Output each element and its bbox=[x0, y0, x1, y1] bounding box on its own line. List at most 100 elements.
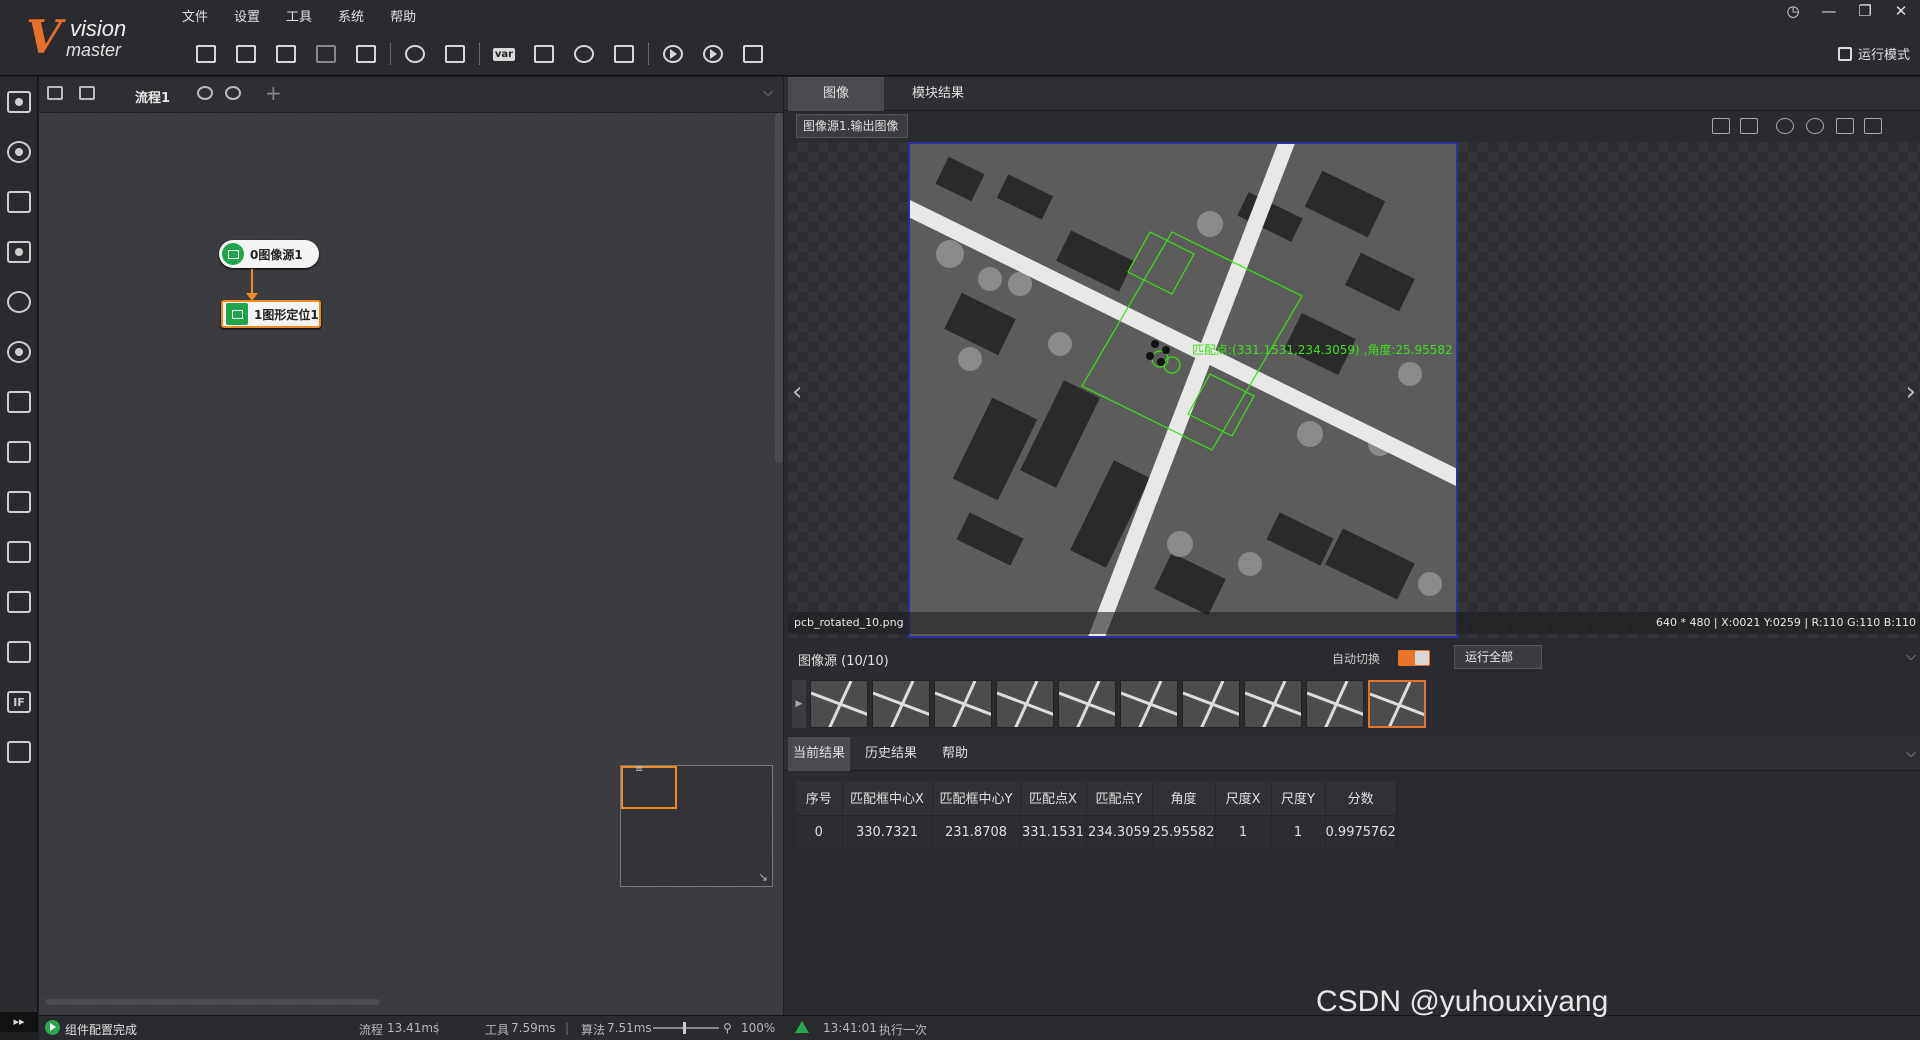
thumbnail-scroll-button[interactable]: ▶ bbox=[792, 680, 806, 728]
table-row[interactable]: 0 330.7321 231.8708 331.1531 234.3059 25.9558… bbox=[796, 814, 1397, 849]
expand-strip-button[interactable]: ▸▸ bbox=[0, 1012, 38, 1032]
save-as-button[interactable] bbox=[266, 40, 306, 68]
flow-node-pattern-locate[interactable]: 1图形定位1 bbox=[221, 300, 321, 328]
lock-button[interactable] bbox=[346, 40, 386, 68]
zoom-slider-thumb[interactable] bbox=[683, 1022, 686, 1034]
horizontal-scrollbar[interactable] bbox=[45, 999, 380, 1005]
image-thumbnail[interactable] bbox=[934, 680, 992, 728]
image-thumbnail[interactable] bbox=[1058, 680, 1116, 728]
tool-calibration[interactable] bbox=[0, 327, 38, 377]
tool-measure[interactable] bbox=[0, 177, 38, 227]
tool-deep-learning[interactable] bbox=[0, 577, 38, 627]
run-loop-button[interactable] bbox=[693, 40, 733, 68]
chevron-down-icon[interactable]: ⌵ bbox=[1906, 746, 1916, 761]
tool-defect[interactable] bbox=[0, 277, 38, 327]
column-header[interactable]: 尺度X bbox=[1215, 781, 1272, 815]
table-cell: 0 bbox=[796, 814, 843, 849]
close-icon[interactable]: ✕ bbox=[1892, 2, 1910, 20]
zoom-slider[interactable] bbox=[653, 1022, 719, 1034]
column-header[interactable]: 匹配点Y bbox=[1086, 781, 1153, 815]
menu-settings[interactable]: 设置 bbox=[234, 4, 274, 27]
run-mode-button[interactable]: 运行模式 bbox=[1837, 44, 1910, 63]
tool-acquire[interactable] bbox=[0, 77, 38, 127]
resize-icon[interactable]: ↘ bbox=[758, 870, 768, 884]
actual-size-icon[interactable] bbox=[1836, 118, 1854, 134]
edit-button[interactable] bbox=[733, 40, 773, 68]
menu-system[interactable]: 系统 bbox=[338, 4, 378, 27]
flow-node-image-source[interactable]: 0图像源1 bbox=[219, 240, 319, 268]
image-thumbnail[interactable] bbox=[1368, 680, 1426, 728]
tab-current-result[interactable]: 当前结果 bbox=[788, 737, 850, 771]
minimap[interactable]: ≡ ↘ bbox=[620, 764, 773, 887]
column-header[interactable]: 匹配框中心Y bbox=[932, 781, 1021, 815]
tool-communication[interactable] bbox=[0, 727, 38, 777]
menu-file[interactable]: 文件 bbox=[182, 4, 222, 27]
image-thumbnail[interactable] bbox=[872, 680, 930, 728]
image-thumbnail[interactable] bbox=[1306, 680, 1364, 728]
run-all-select[interactable]: 运行全部 bbox=[1454, 645, 1542, 669]
run-once-button[interactable] bbox=[653, 40, 693, 68]
clock-icon[interactable]: ◷ bbox=[1784, 2, 1802, 20]
controller-manager-button[interactable] bbox=[435, 40, 475, 68]
tool-contrast[interactable] bbox=[0, 377, 38, 427]
previous-image-button[interactable]: ‹ bbox=[792, 377, 802, 407]
image-thumbnail[interactable] bbox=[1244, 680, 1302, 728]
chevron-down-icon[interactable]: ⌵ bbox=[763, 85, 773, 100]
flow-run-loop-button[interactable] bbox=[225, 86, 245, 104]
tab-flow1[interactable]: 流程1 bbox=[135, 87, 170, 106]
column-header[interactable]: 分数 bbox=[1325, 781, 1397, 815]
column-header[interactable]: 尺度Y bbox=[1271, 781, 1326, 815]
layout-single-icon[interactable] bbox=[1712, 118, 1730, 134]
image-thumbnail[interactable] bbox=[1120, 680, 1178, 728]
vertical-scrollbar[interactable] bbox=[775, 113, 783, 463]
menu-help[interactable]: 帮助 bbox=[390, 4, 430, 27]
thumbnail-graphic bbox=[935, 681, 991, 727]
minimize-icon[interactable]: — bbox=[1820, 2, 1838, 20]
tab-help[interactable]: 帮助 bbox=[932, 737, 978, 771]
flow-run-once-button[interactable] bbox=[197, 86, 217, 104]
column-header[interactable]: 角度 bbox=[1152, 781, 1216, 815]
image-source-select[interactable]: 图像源1.输出图像 bbox=[796, 114, 908, 138]
global-variable-button[interactable]: var bbox=[484, 40, 524, 68]
tool-color[interactable] bbox=[0, 527, 38, 577]
restore-icon[interactable]: ❐ bbox=[1856, 2, 1874, 20]
tab-history-result[interactable]: 历史结果 bbox=[856, 737, 926, 771]
tool-calculate[interactable] bbox=[0, 427, 38, 477]
image-viewer[interactable]: ‹ › 匹配点:(331.1531,234.3059) ,角度:25.95582… bbox=[788, 142, 1920, 638]
layout-grid-icon[interactable] bbox=[1740, 118, 1758, 134]
camera-manager-button[interactable] bbox=[395, 40, 435, 68]
tab-image[interactable]: 图像 bbox=[788, 77, 884, 111]
column-header[interactable]: 匹配点X bbox=[1020, 781, 1087, 815]
tool-image-process[interactable] bbox=[0, 477, 38, 527]
column-header[interactable]: 序号 bbox=[796, 781, 843, 815]
device-button[interactable] bbox=[524, 40, 564, 68]
tab-module-result[interactable]: 模块结果 bbox=[888, 77, 988, 111]
flow-tree-button[interactable] bbox=[47, 86, 67, 104]
chevron-down-icon[interactable]: ⌵ bbox=[1906, 649, 1916, 664]
communication-button[interactable] bbox=[564, 40, 604, 68]
auto-switch-toggle[interactable] bbox=[1398, 650, 1430, 666]
flow-canvas[interactable]: 0图像源1 1图形定位1 ≡ ↘ bbox=[39, 113, 775, 1008]
thumbnail-graphic bbox=[873, 681, 929, 727]
open-button[interactable] bbox=[226, 40, 266, 68]
tool-logic[interactable]: IF bbox=[0, 677, 38, 727]
add-flow-button[interactable]: + bbox=[265, 81, 282, 105]
minimap-viewport[interactable]: ≡ bbox=[621, 764, 677, 809]
flow-settings-button[interactable] bbox=[79, 86, 99, 104]
script-button[interactable] bbox=[604, 40, 644, 68]
fit-icon[interactable] bbox=[1864, 118, 1882, 134]
next-image-button[interactable]: › bbox=[1906, 377, 1916, 407]
image-info-bar: pcb_rotated_10.png 640 * 480 | X:0021 Y:… bbox=[788, 612, 1920, 634]
save-button[interactable] bbox=[186, 40, 226, 68]
menu-tools[interactable]: 工具 bbox=[286, 4, 326, 27]
tool-image-edit[interactable] bbox=[0, 627, 38, 677]
zoom-out-icon[interactable] bbox=[1806, 118, 1824, 134]
tool-locate[interactable] bbox=[0, 127, 38, 177]
image-thumbnail[interactable] bbox=[810, 680, 868, 728]
import-button[interactable] bbox=[306, 40, 346, 68]
image-thumbnail[interactable] bbox=[1182, 680, 1240, 728]
image-thumbnail[interactable] bbox=[996, 680, 1054, 728]
zoom-in-icon[interactable] bbox=[1776, 118, 1794, 134]
column-header[interactable]: 匹配框中心X bbox=[842, 781, 933, 815]
tool-recognize[interactable] bbox=[0, 227, 38, 277]
